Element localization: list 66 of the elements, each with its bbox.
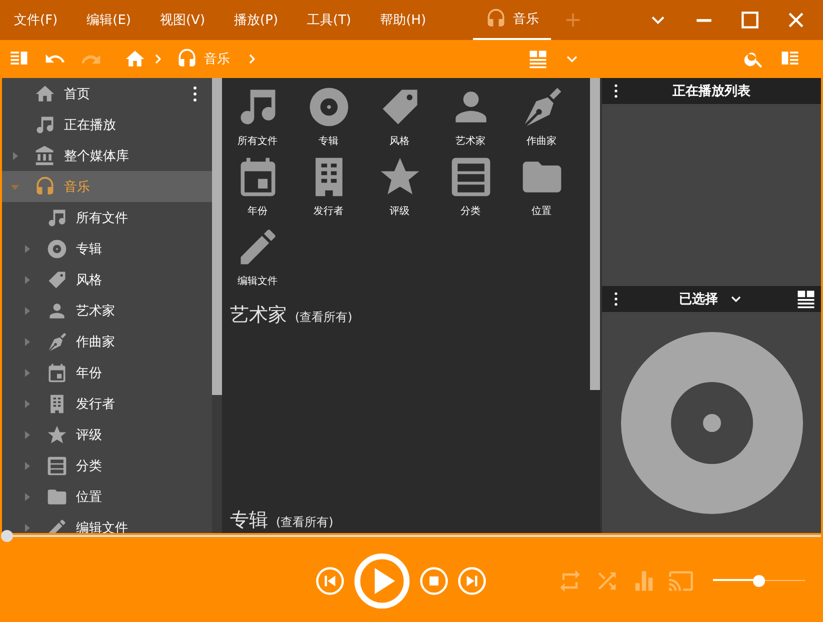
panel-title[interactable]: 已选择 (679, 290, 718, 308)
library-icon (34, 144, 56, 166)
panel-title: 正在播放列表 (672, 83, 750, 100)
tab[interactable]: 音乐 (473, 0, 552, 40)
sidebar-item[interactable]: 编辑文件 (2, 512, 212, 533)
category-tile[interactable]: 年份 (222, 154, 293, 224)
category-tile[interactable]: 艺术家 (435, 84, 506, 154)
menu-item[interactable]: 播放(P) (226, 11, 286, 29)
sidebar-item[interactable]: 正在播放 (2, 109, 212, 140)
menu-item[interactable]: 工具(T) (299, 11, 360, 29)
category-tile[interactable]: 位置 (506, 154, 577, 224)
expand-arrow-icon[interactable] (22, 244, 32, 254)
expand-arrow-icon[interactable] (22, 460, 32, 470)
category-tile[interactable]: 发行者 (293, 154, 364, 224)
sidebar-item[interactable]: 专辑 (2, 233, 212, 264)
pen-icon (46, 330, 68, 352)
sidebar-item[interactable]: 年份 (2, 357, 212, 388)
expand-arrow-icon[interactable] (22, 430, 32, 440)
sidebar-item[interactable]: 所有文件 (2, 202, 212, 233)
expand-arrow-icon[interactable] (22, 306, 32, 316)
expand-arrow-icon[interactable] (22, 368, 32, 378)
section-title: 艺术家 (230, 303, 287, 328)
sidebar-item[interactable]: 发行者 (2, 388, 212, 419)
category-tile[interactable]: 所有文件 (222, 84, 293, 154)
sidebar-item[interactable]: 风格 (2, 264, 212, 295)
expand-arrow-icon[interactable] (22, 492, 32, 502)
category-tile[interactable]: 分类 (435, 154, 506, 224)
category-tile[interactable]: 评级 (364, 154, 435, 224)
cabinet-icon (46, 454, 68, 476)
star-icon (46, 424, 68, 446)
sidebar-item[interactable]: 整个媒体库 (2, 140, 212, 171)
scrollbar-thumb[interactable] (212, 78, 222, 395)
category-tile[interactable]: 风格 (364, 84, 435, 154)
next-icon[interactable] (457, 566, 487, 596)
play-icon[interactable] (353, 552, 411, 610)
category-tile[interactable]: 专辑 (293, 84, 364, 154)
sidebar-item[interactable]: 艺术家 (2, 295, 212, 326)
sidebar-item[interactable]: 首页 (2, 78, 212, 109)
pencil-icon (46, 516, 68, 533)
volume-slider[interactable] (713, 574, 805, 588)
sidebar-item[interactable]: 评级 (2, 419, 212, 450)
menu-item[interactable]: 编辑(E) (78, 11, 139, 29)
menu-item[interactable]: 视图(V) (152, 11, 214, 29)
expand-arrow-icon[interactable] (22, 336, 32, 346)
view-all-link[interactable]: (查看所有) (295, 309, 352, 326)
maximize-icon[interactable] (739, 9, 761, 31)
scrollbar-thumb[interactable] (590, 78, 600, 390)
sidebar-item[interactable]: 分类 (2, 450, 212, 481)
expand-arrow-icon[interactable] (22, 398, 32, 408)
seek-handle[interactable] (1, 530, 13, 542)
expand-arrow-icon[interactable] (10, 150, 20, 160)
view-all-link[interactable]: (查看所有) (276, 514, 334, 531)
stop-icon[interactable] (419, 566, 449, 596)
category-tile[interactable]: 作曲家 (506, 84, 577, 154)
menu-item[interactable]: 文件(F) (6, 11, 66, 29)
sidebar-item[interactable]: 作曲家 (2, 326, 212, 357)
layout-icon[interactable] (795, 288, 817, 310)
headphones-icon (34, 176, 56, 198)
expand-arrow-icon[interactable] (22, 274, 32, 284)
category-tile[interactable]: 编辑文件 (222, 224, 293, 294)
previous-icon[interactable] (315, 566, 345, 596)
calendar-icon (46, 362, 68, 384)
menu-item[interactable]: 帮助(H) (372, 11, 434, 29)
expand-arrow-icon[interactable] (22, 522, 32, 532)
sidebar-item[interactable]: 位置 (2, 481, 212, 512)
section-title: 专辑 (230, 508, 268, 533)
